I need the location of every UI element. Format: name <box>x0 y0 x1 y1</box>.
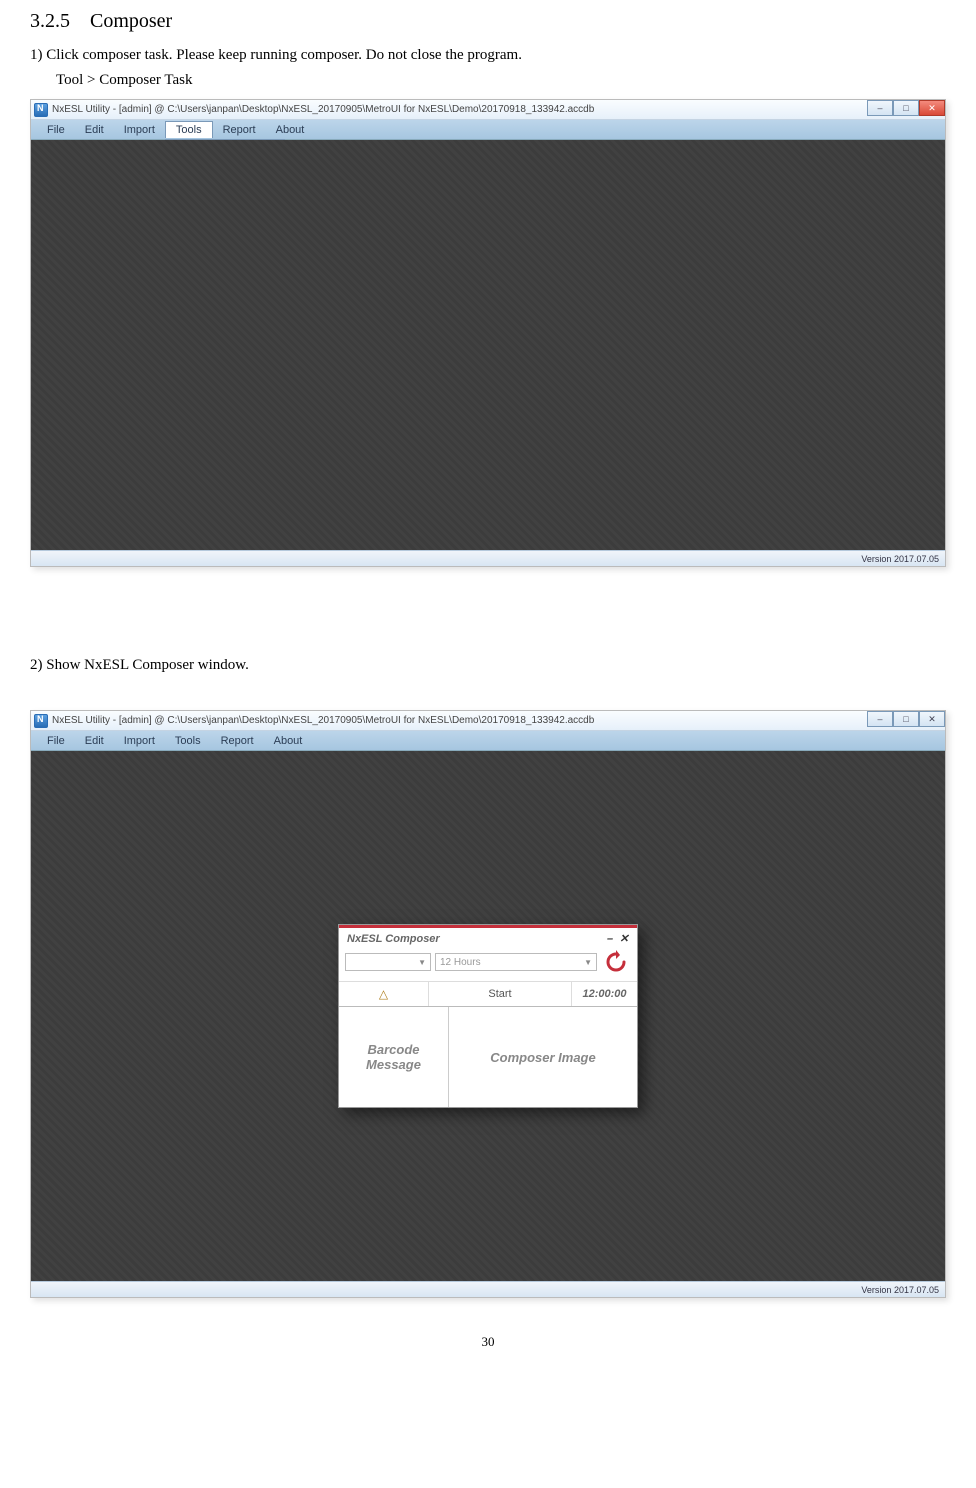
page-number: 30 <box>30 1334 946 1350</box>
menu-report[interactable]: Report <box>211 733 264 749</box>
composer-start-button[interactable]: Start <box>429 982 571 1006</box>
chevron-down-icon: ▼ <box>584 958 592 967</box>
window-controls: – □ ✕ <box>867 100 945 116</box>
step1-text: Click composer task. Please keep running… <box>46 47 522 63</box>
menu-tools[interactable]: Tools Composer Task Template Designer <box>165 121 213 138</box>
step2-num: 2) <box>30 657 43 673</box>
refresh-icon[interactable] <box>601 947 631 977</box>
composer-barcode-panel: Barcode Message <box>339 1007 449 1107</box>
menu-bar: File Edit Import Tools Composer Task Tem… <box>31 120 945 140</box>
window-title-2: NxESL Utility - [admin] @ C:\Users\janpa… <box>52 715 594 726</box>
composer-hours-select[interactable]: 12 Hours ▼ <box>435 953 597 971</box>
minimize-button[interactable]: – <box>867 100 893 116</box>
maximize-button[interactable]: □ <box>893 711 919 727</box>
composer-title: NxESL Composer <box>347 933 440 945</box>
warning-icon: △ <box>339 982 429 1006</box>
composer-barcode-label: Barcode Message <box>339 1042 448 1072</box>
step2-line: 2) Show NxESL Composer window. <box>30 657 946 674</box>
close-button[interactable]: ✕ <box>919 100 945 116</box>
status-bar: Version 2017.07.05 <box>31 550 945 566</box>
chevron-down-icon: ▼ <box>418 958 426 967</box>
workspace-area-2: NxESL Composer – ✕ ▼ 12 Hours ▼ <box>31 751 945 1281</box>
menu-report[interactable]: Report <box>213 122 266 138</box>
menu-file[interactable]: File <box>37 733 75 749</box>
step1-line: 1) Click composer task. Please keep runn… <box>30 47 946 64</box>
menu-file[interactable]: File <box>37 122 75 138</box>
composer-hours-label: 12 Hours <box>440 957 481 968</box>
composer-image-panel: Composer Image <box>449 1007 637 1107</box>
step2-text: Show NxESL Composer window. <box>46 657 249 673</box>
menu-tools[interactable]: Tools <box>165 733 211 749</box>
menu-import[interactable]: Import <box>114 733 165 749</box>
menu-edit[interactable]: Edit <box>75 733 114 749</box>
status-bar-2: Version 2017.07.05 <box>31 1281 945 1297</box>
window-title: NxESL Utility - [admin] @ C:\Users\janpa… <box>52 104 594 115</box>
screenshot-2: NxESL Utility - [admin] @ C:\Users\janpa… <box>30 710 946 1298</box>
window-controls-2: – □ ✕ <box>867 711 945 727</box>
menu-import[interactable]: Import <box>114 122 165 138</box>
composer-minimize[interactable]: – <box>603 933 617 945</box>
step1-num: 1) <box>30 47 43 63</box>
section-number: 3.2.5 <box>30 10 70 32</box>
window-title-bar-2: NxESL Utility - [admin] @ C:\Users\janpa… <box>31 711 945 731</box>
screenshot-1: NxESL Utility - [admin] @ C:\Users\janpa… <box>30 99 946 567</box>
maximize-button[interactable]: □ <box>893 100 919 116</box>
menu-about[interactable]: About <box>264 733 313 749</box>
composer-timer: 12:00:00 <box>571 982 637 1006</box>
app-icon <box>34 714 48 728</box>
composer-image-label: Composer Image <box>490 1050 595 1065</box>
composer-dialog: NxESL Composer – ✕ ▼ 12 Hours ▼ <box>338 924 638 1108</box>
section-title: Composer <box>90 10 172 32</box>
app-icon <box>34 103 48 117</box>
version-label-2: Version 2017.07.05 <box>861 1285 939 1295</box>
composer-close[interactable]: ✕ <box>617 932 631 945</box>
window-title-bar: NxESL Utility - [admin] @ C:\Users\janpa… <box>31 100 945 120</box>
minimize-button[interactable]: – <box>867 711 893 727</box>
version-label: Version 2017.07.05 <box>861 554 939 564</box>
workspace-area <box>31 140 945 550</box>
menu-about[interactable]: About <box>266 122 315 138</box>
menu-bar-2: File Edit Import Tools Report About <box>31 731 945 751</box>
step1-path: Tool > Composer Task <box>30 72 946 89</box>
composer-title-bar: NxESL Composer – ✕ <box>339 928 637 947</box>
composer-select-1[interactable]: ▼ <box>345 953 431 971</box>
menu-tools-label: Tools <box>176 124 202 136</box>
close-button[interactable]: ✕ <box>919 711 945 727</box>
menu-edit[interactable]: Edit <box>75 122 114 138</box>
section-heading: 3.2.5 Composer <box>30 10 946 33</box>
